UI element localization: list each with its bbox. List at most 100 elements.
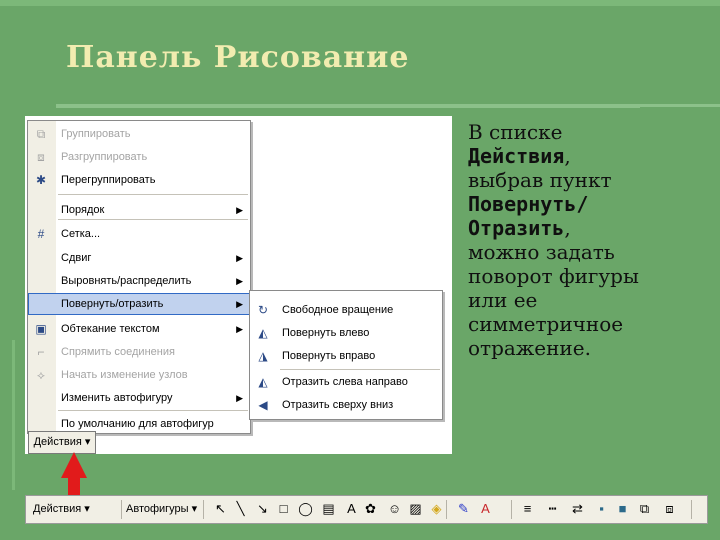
line-color-icon[interactable]: ✎ [456, 501, 471, 516]
flip-horizontal-icon: ◭ [258, 375, 268, 389]
menu-separator [58, 194, 248, 195]
description-text-part: поворот фигуры [468, 264, 639, 288]
actions-dropdown-button[interactable]: Действия ▾ [28, 431, 96, 454]
menu-item[interactable]: Повернуть/отразить ▶ [28, 293, 250, 315]
regroup-icon: ✱ [35, 173, 47, 187]
menu-item: ⟡ Начать изменение узлов [28, 364, 250, 386]
red-arrow-icon [61, 452, 87, 478]
submenu-item-label: Повернуть влево [282, 327, 370, 339]
description-line: В списке [468, 120, 708, 144]
menu-item: ⧉ Группировать [28, 123, 250, 145]
menu-item-label: Порядок [61, 204, 105, 216]
grid-icon: # [37, 227, 45, 241]
text-wrap-icon: ▣ [35, 322, 47, 336]
description-line: можно задать [468, 240, 708, 264]
menu-item[interactable]: ▣ Обтекание текстом ▶ [28, 318, 250, 340]
menu-item-label: Повернуть/отразить [61, 298, 164, 310]
diagram-icon[interactable]: ✿ [363, 501, 378, 516]
toolbar-separator [691, 500, 692, 519]
rotate-right-icon: ◮ [258, 349, 268, 363]
menu-item-label: Выровнять/распределить [61, 275, 192, 287]
title-underline-tail [640, 104, 720, 107]
fill-color-icon[interactable]: ◈ [429, 501, 444, 516]
submenu-item-label: Повернуть вправо [282, 350, 376, 362]
menu-item-label: Изменить автофигуру [61, 392, 173, 404]
description-line: Отразить, [468, 216, 708, 240]
drawing-toolbar: Действия ▾ Автофигуры ▾ ↖ ╲ ↘ □ ◯ ▤ A ✿ ☺ ▨ ◈ ✎ A ≡ ┅ ⇄… [25, 495, 708, 524]
menu-item[interactable]: Выровнять/распределить ▶ [28, 270, 250, 292]
submenu-item[interactable]: ↻ Свободное вращение [250, 299, 442, 321]
menu-item-label: Сдвиг [61, 252, 92, 264]
clipart-icon[interactable]: ☺ [387, 501, 402, 516]
description-keyword: Отразить [468, 216, 565, 240]
3d-icon[interactable]: ■ [615, 501, 630, 516]
wordart-icon[interactable]: A [344, 501, 359, 516]
description-text-part: В списке [468, 120, 563, 144]
submenu-item[interactable]: ◭ Отразить слева направо [250, 371, 442, 393]
select-pointer-icon[interactable]: ↖ [213, 501, 228, 516]
deco-stripe-side [12, 340, 15, 490]
toolbar-autoshapes-button[interactable]: Автофигуры ▾ [126, 496, 197, 523]
menu-item[interactable]: Сдвиг ▶ [28, 247, 250, 269]
rotate-left-icon: ◭ [258, 326, 268, 340]
submenu-item[interactable]: ◀ Отразить сверху вниз [250, 394, 442, 416]
rectangle-icon[interactable]: □ [276, 501, 291, 516]
arrow-style-icon[interactable]: ⇄ [570, 501, 585, 516]
menu-item[interactable]: Порядок ▶ [28, 199, 250, 221]
menu-item: ⌐ Спрямить соединения [28, 341, 250, 363]
ungroup-icon: ⧈ [37, 150, 45, 164]
chevron-right-icon: ▶ [236, 253, 243, 263]
description-keyword: Повернуть/ [468, 192, 589, 216]
ungroup-icon[interactable]: ⧈ [662, 501, 677, 516]
description-line: или ее [468, 288, 708, 312]
description-punctuation: , [564, 216, 571, 240]
menu-item: ⧈ Разгруппировать [28, 146, 250, 168]
description-text-part: можно задать [468, 240, 615, 264]
text-box-icon[interactable]: ▤ [321, 501, 336, 516]
font-color-icon[interactable]: A [478, 501, 493, 516]
description-line: отражение. [468, 336, 708, 360]
arrow-icon[interactable]: ↘ [255, 501, 270, 516]
slide-title: Панель Рисование [66, 40, 410, 75]
description-text-part: отражение. [468, 336, 591, 360]
chevron-right-icon: ▶ [236, 393, 243, 403]
submenu-item[interactable]: ◮ Повернуть вправо [250, 345, 442, 367]
group-icon: ⧉ [36, 127, 46, 141]
submenu-separator [280, 369, 440, 370]
menu-item[interactable]: # Сетка... [28, 223, 250, 245]
picture-icon[interactable]: ▨ [408, 501, 423, 516]
menu-separator [58, 410, 248, 411]
description-line: поворот фигуры [468, 264, 708, 288]
menu-item-label: Спрямить соединения [61, 346, 175, 358]
description-line: выбрав пункт [468, 168, 708, 192]
red-arrow-shaft [68, 478, 80, 496]
submenu-item-label: Свободное вращение [282, 304, 394, 316]
submenu-item-label: Отразить сверху вниз [282, 399, 394, 411]
menu-item-label: Обтекание текстом [61, 323, 160, 335]
menu-item-label: Перегруппировать [61, 174, 156, 186]
description-line: симметричное [468, 312, 708, 336]
shadow-icon[interactable]: ▪ [594, 501, 609, 516]
menu-item[interactable]: ✱ Перегруппировать [28, 169, 250, 191]
menu-item-label: Разгруппировать [61, 151, 148, 163]
straighten-connectors-icon: ⌐ [37, 345, 45, 359]
description-keyword: Действия [468, 144, 565, 168]
toolbar-actions-button[interactable]: Действия ▾ [33, 496, 90, 523]
menu-item[interactable]: Изменить автофигуру ▶ [28, 387, 250, 409]
submenu-item[interactable]: ◭ Повернуть влево [250, 322, 442, 344]
oval-icon[interactable]: ◯ [298, 501, 313, 516]
description-text-part: выбрав пункт [468, 168, 612, 192]
deco-stripe-top [0, 0, 720, 6]
description-punctuation: , [564, 144, 571, 168]
dash-style-icon[interactable]: ┅ [545, 501, 560, 516]
chevron-right-icon: ▶ [236, 299, 243, 309]
menu-item-label: Сетка... [61, 228, 101, 240]
line-icon[interactable]: ╲ [233, 501, 248, 516]
line-style-icon[interactable]: ≡ [520, 501, 535, 516]
actions-menu-screenshot: ⧉ Группировать ⧈ Разгруппировать ✱ Перегруппи… [25, 116, 452, 454]
chevron-right-icon: ▶ [236, 324, 243, 334]
chevron-right-icon: ▶ [236, 276, 243, 286]
group-icon[interactable]: ⧉ [637, 501, 652, 516]
toolbar-separator [446, 500, 447, 519]
edit-points-icon: ⟡ [37, 368, 45, 382]
